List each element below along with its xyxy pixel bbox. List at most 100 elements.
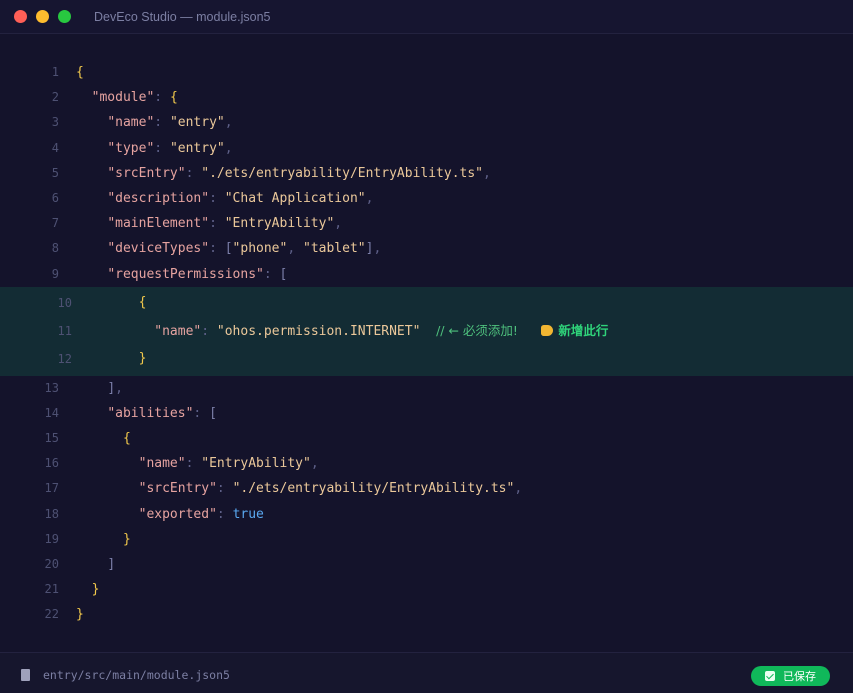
code-token: : bbox=[209, 241, 225, 257]
status-bar: entry/src/main/module.json5 已保存 bbox=[0, 652, 853, 693]
code-token: } bbox=[122, 531, 131, 547]
code-line[interactable]: 2 "module": { bbox=[0, 85, 853, 110]
file-path[interactable]: entry/src/main/module.json5 bbox=[43, 668, 230, 682]
line-number: 11 bbox=[57, 323, 72, 338]
code-text: "name": "ohos.permission.INTERNET" // ← … bbox=[76, 317, 608, 346]
code-text: ], bbox=[76, 376, 123, 401]
code-line[interactable]: 21 } bbox=[0, 577, 853, 602]
line-number: 13 bbox=[44, 380, 59, 395]
code-token: : bbox=[209, 190, 225, 206]
code-line[interactable]: 20 ] bbox=[0, 552, 853, 577]
code-token: : bbox=[185, 165, 202, 181]
code-token: "srcEntry" bbox=[107, 165, 186, 181]
code-line[interactable]: 14 "abilities": [ bbox=[0, 401, 853, 426]
code-text: { bbox=[76, 60, 84, 85]
line-number: 9 bbox=[51, 266, 59, 281]
code-token: } bbox=[91, 582, 100, 598]
code-token: "abilities" bbox=[107, 405, 194, 421]
code-token: "description" bbox=[107, 190, 210, 206]
code-token: true bbox=[232, 506, 264, 522]
code-token: "ohos.permission.INTERNET" bbox=[216, 323, 421, 339]
code-token: ] bbox=[107, 556, 116, 572]
code-token: "srcEntry" bbox=[138, 481, 217, 497]
code-text: "exported": true bbox=[76, 502, 264, 527]
line-number: 5 bbox=[51, 165, 59, 180]
code-line[interactable]: 7 "mainElement": "EntryAbility", bbox=[0, 211, 853, 236]
code-token: { bbox=[169, 90, 178, 106]
code-token: [ bbox=[209, 405, 217, 421]
check-icon bbox=[765, 671, 775, 681]
code-line[interactable]: 15 { bbox=[0, 426, 853, 451]
code-line[interactable]: 12 } bbox=[0, 345, 853, 373]
code-token: ] bbox=[107, 380, 116, 396]
saved-label: 已保存 bbox=[783, 670, 816, 683]
code-line[interactable]: 8 "deviceTypes": ["phone", "tablet"], bbox=[0, 236, 853, 261]
line-number: 14 bbox=[44, 405, 59, 420]
code-token: : bbox=[154, 140, 170, 156]
code-line[interactable]: 13 ], bbox=[0, 376, 853, 401]
code-line[interactable]: 22} bbox=[0, 602, 853, 627]
line-number: 1 bbox=[51, 65, 59, 79]
code-text: "type": "entry", bbox=[76, 136, 232, 161]
code-text: "module": { bbox=[76, 85, 178, 110]
code-token: , bbox=[514, 481, 523, 497]
code-token: : bbox=[216, 481, 233, 497]
code-editor[interactable]: 1{2 "module": {3 "name": "entry", 4 "type… bbox=[0, 60, 853, 627]
code-token: "./ets/entryability/EntryAbility.ts" bbox=[232, 481, 515, 497]
code-token: } bbox=[138, 351, 147, 367]
line-number: 2 bbox=[51, 90, 59, 105]
code-text: "abilities": [ bbox=[76, 401, 217, 426]
code-line[interactable]: 17 "srcEntry": "./ets/entryability/Entry… bbox=[0, 476, 853, 501]
code-line[interactable]: 1{ bbox=[0, 60, 853, 85]
line-number: 4 bbox=[51, 140, 59, 155]
code-token: { bbox=[138, 294, 147, 310]
code-line[interactable]: 16 "name": "EntryAbility", bbox=[0, 451, 853, 476]
code-line[interactable]: 9 "requestPermissions": [ bbox=[0, 262, 853, 287]
code-line[interactable]: 10 { bbox=[0, 289, 853, 317]
line-number: 7 bbox=[51, 216, 59, 231]
code-line[interactable]: 4 "type": "entry", bbox=[0, 136, 853, 161]
maximize-window-button[interactable] bbox=[58, 10, 71, 23]
code-line[interactable]: 5 "srcEntry": "./ets/entryability/EntryA… bbox=[0, 161, 853, 186]
code-token: "Chat Application" bbox=[224, 190, 366, 206]
code-text: "name": "entry", bbox=[76, 110, 233, 135]
code-line[interactable]: 19 } bbox=[0, 527, 853, 552]
code-text: "deviceTypes": ["phone", "tablet"], bbox=[76, 236, 381, 261]
minimize-window-button[interactable] bbox=[36, 10, 49, 23]
code-token: "EntryAbility" bbox=[224, 216, 335, 232]
code-token: "entry" bbox=[169, 115, 225, 131]
code-token: "./ets/entryability/EntryAbility.ts" bbox=[201, 165, 484, 181]
code-token: , bbox=[373, 241, 382, 257]
code-token: } bbox=[76, 607, 84, 623]
code-line[interactable]: 6 "description": "Chat Application", bbox=[0, 186, 853, 211]
code-text: { bbox=[76, 289, 147, 317]
code-text: "srcEntry": "./ets/entryability/EntryAbi… bbox=[76, 161, 491, 186]
code-line[interactable]: 11 "name": "ohos.permission.INTERNET" //… bbox=[0, 317, 853, 345]
close-window-button[interactable] bbox=[14, 10, 27, 23]
line-number: 18 bbox=[44, 506, 59, 521]
line-number: 21 bbox=[44, 582, 59, 597]
line-number: 15 bbox=[44, 430, 59, 445]
code-line[interactable]: 18 "exported": true bbox=[0, 502, 853, 527]
code-line[interactable]: 3 "name": "entry", bbox=[0, 110, 853, 135]
code-token: , bbox=[334, 216, 343, 232]
code-token: "EntryAbility" bbox=[201, 456, 311, 472]
code-text: } bbox=[76, 602, 84, 627]
code-token: "tablet" bbox=[303, 241, 366, 257]
code-text: } bbox=[76, 345, 147, 373]
line-number: 19 bbox=[44, 531, 59, 546]
code-token: , bbox=[224, 115, 233, 131]
code-comment: // ← 必须添加! bbox=[436, 322, 518, 338]
